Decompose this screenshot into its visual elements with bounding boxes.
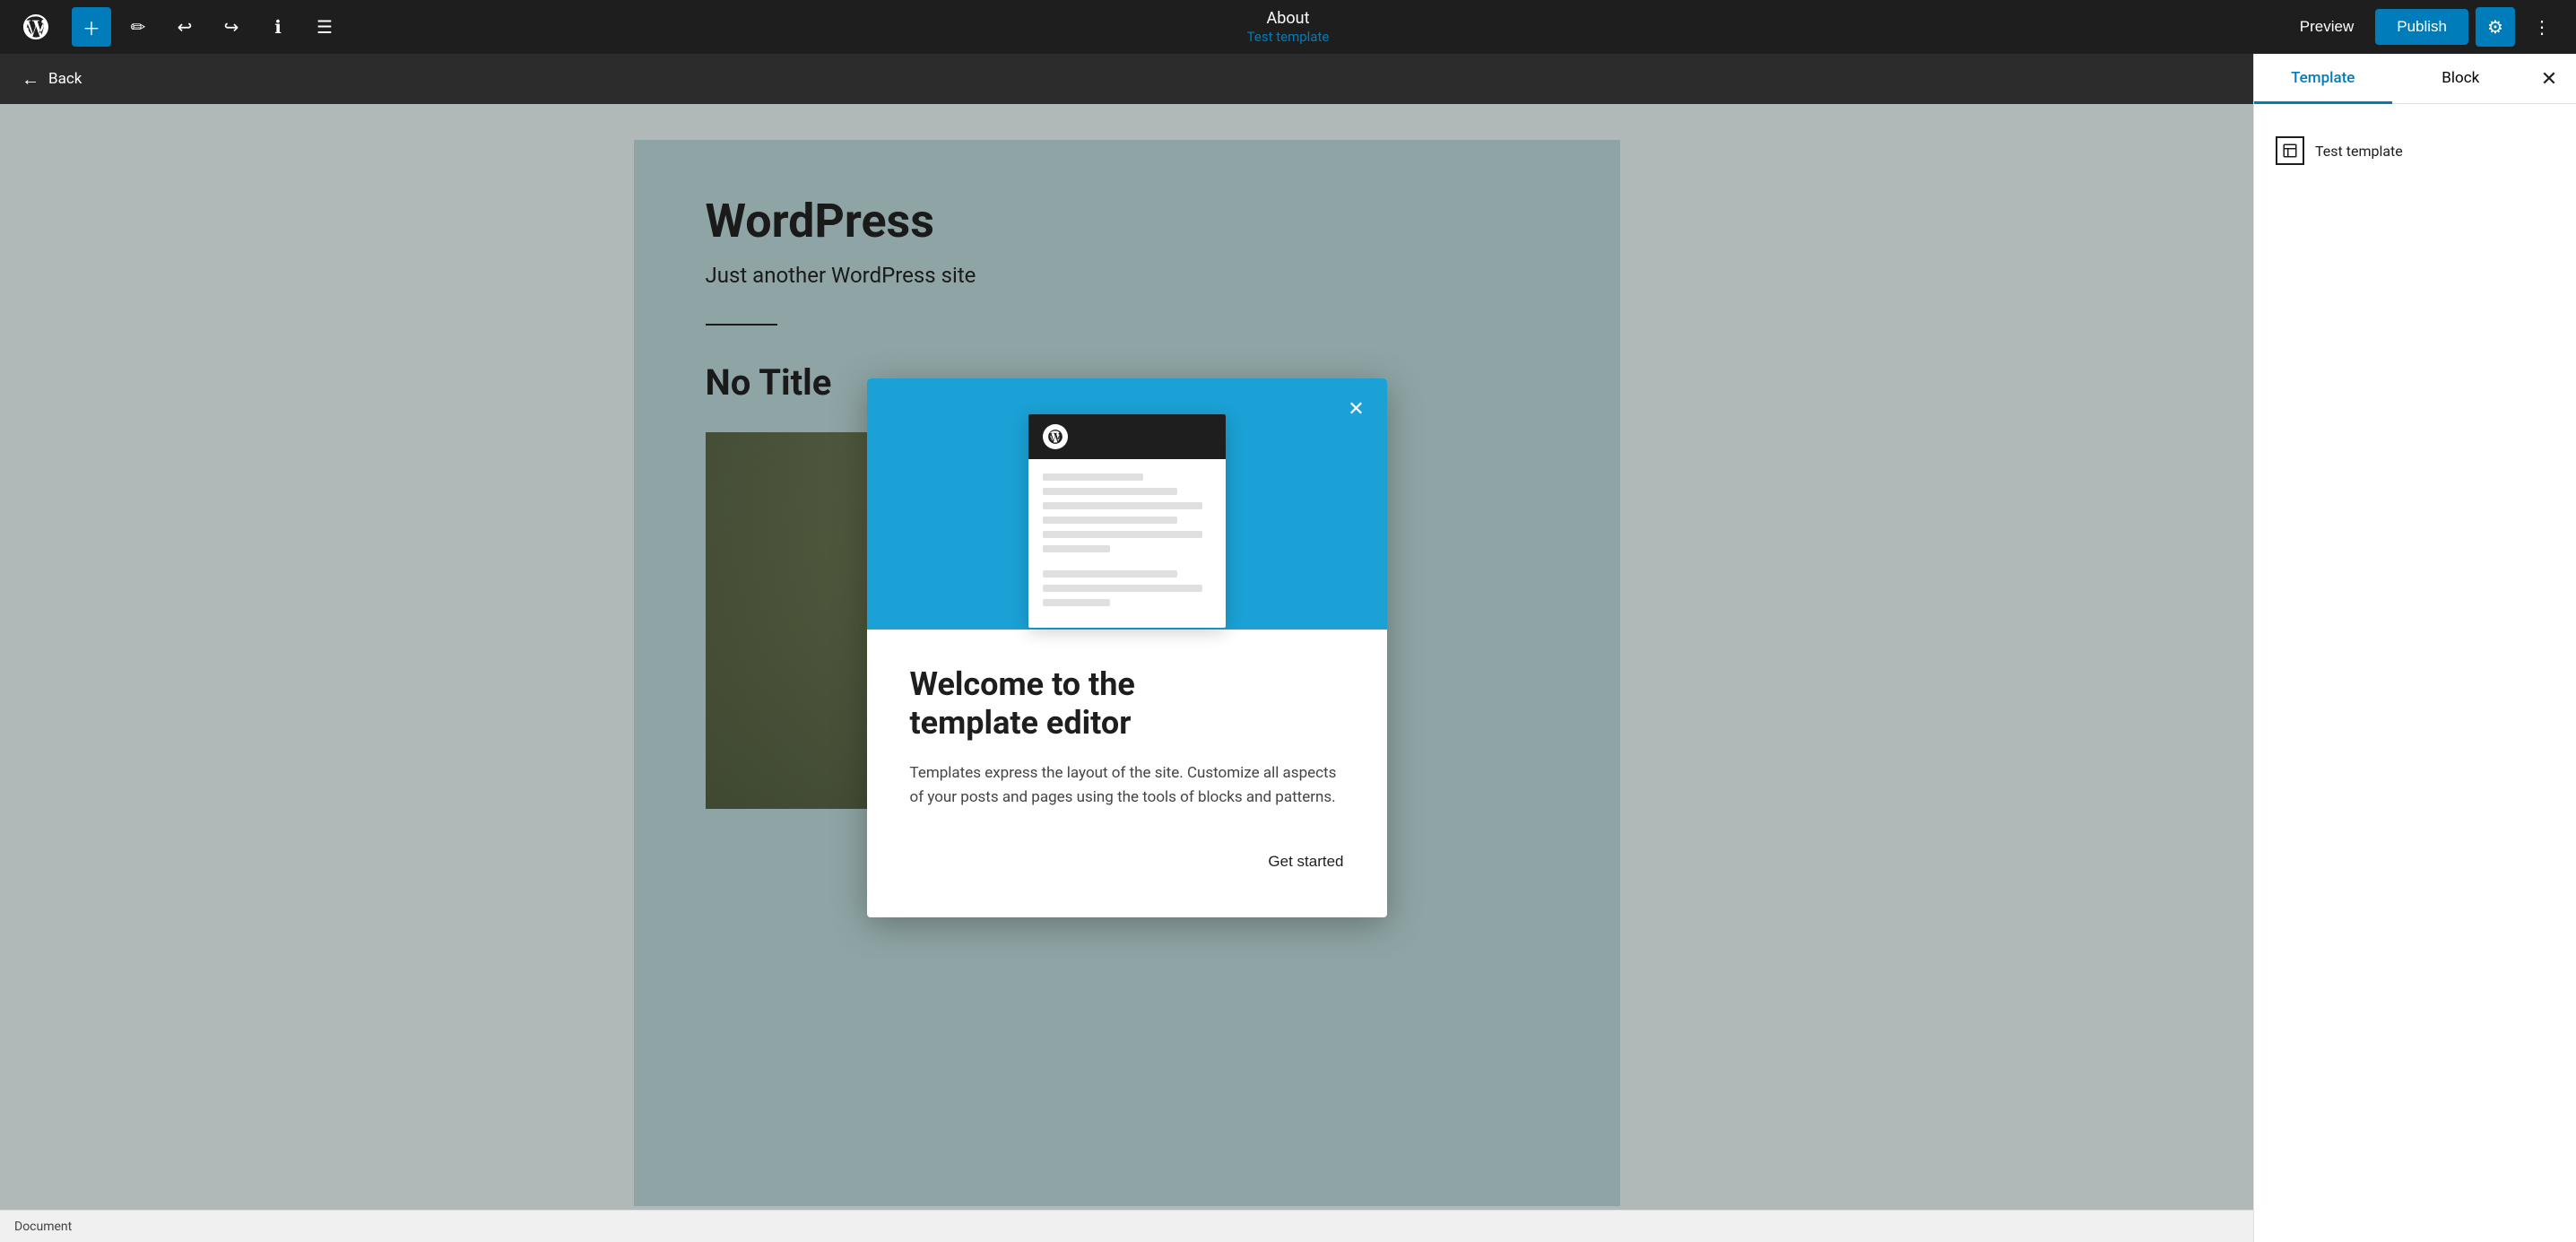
welcome-modal: ✕ <box>867 378 1387 917</box>
toolbar-right: Preview Publish ⚙ ⋮ <box>2285 7 2562 47</box>
wp-logo <box>14 5 57 48</box>
preview-line <box>1043 599 1110 606</box>
modal-title: Welcome to thetemplate editor <box>910 665 1344 743</box>
template-item: Test template <box>2276 126 2554 176</box>
preview-button[interactable]: Preview <box>2285 11 2368 43</box>
right-panel-content: Test template <box>2254 104 2576 197</box>
preview-line <box>1043 473 1144 481</box>
modal-overlay: ✕ <box>0 54 2253 1242</box>
tab-block[interactable]: Block <box>2392 55 2530 104</box>
preview-line <box>1043 531 1203 538</box>
editor-main: ← Back WordPress Just another WordPress … <box>0 54 2253 1242</box>
close-panel-button[interactable]: ✕ <box>2529 59 2569 99</box>
modal-preview-body <box>1028 459 1226 628</box>
add-block-button[interactable]: ＋ <box>72 7 111 47</box>
modal-body: Welcome to thetemplate editor Templates … <box>867 630 1387 917</box>
modal-top: ✕ <box>867 378 1387 630</box>
more-options-button[interactable]: ⋮ <box>2522 7 2562 47</box>
preview-line <box>1043 488 1177 495</box>
publish-button[interactable]: Publish <box>2375 9 2468 45</box>
modal-close-button[interactable]: ✕ <box>1340 393 1373 425</box>
right-panel: Template Block ✕ Test template <box>2253 54 2576 1242</box>
preview-line <box>1043 517 1177 524</box>
template-item-name: Test template <box>2315 143 2403 160</box>
preview-line <box>1043 585 1203 592</box>
modal-description: Templates express the layout of the site… <box>910 761 1344 810</box>
tools-button[interactable]: ✏ <box>118 7 158 47</box>
settings-button[interactable]: ⚙ <box>2476 7 2515 47</box>
redo-button[interactable]: ↪ <box>212 7 251 47</box>
list-view-button[interactable]: ☰ <box>305 7 344 47</box>
details-button[interactable]: ℹ <box>258 7 298 47</box>
get-started-button[interactable]: Get started <box>1268 846 1343 878</box>
preview-line <box>1043 502 1203 509</box>
modal-preview-card <box>1028 414 1226 628</box>
preview-line <box>1043 570 1177 578</box>
content-area: ← Back WordPress Just another WordPress … <box>0 54 2576 1242</box>
undo-button[interactable]: ↩ <box>165 7 204 47</box>
template-icon <box>2276 136 2304 165</box>
preview-line <box>1043 545 1110 552</box>
top-toolbar: ＋ ✏ ↩ ↪ ℹ ☰ About Test template Preview … <box>0 0 2576 54</box>
toolbar-center: About Test template <box>1247 9 1330 45</box>
modal-preview-wp-logo <box>1043 424 1068 449</box>
page-title: About <box>1267 9 1310 29</box>
modal-preview-header <box>1028 414 1226 459</box>
right-panel-header: Template Block ✕ <box>2254 54 2576 104</box>
template-name-link[interactable]: Test template <box>1247 29 1330 45</box>
modal-footer: Get started <box>910 846 1344 885</box>
tab-template[interactable]: Template <box>2254 55 2392 104</box>
